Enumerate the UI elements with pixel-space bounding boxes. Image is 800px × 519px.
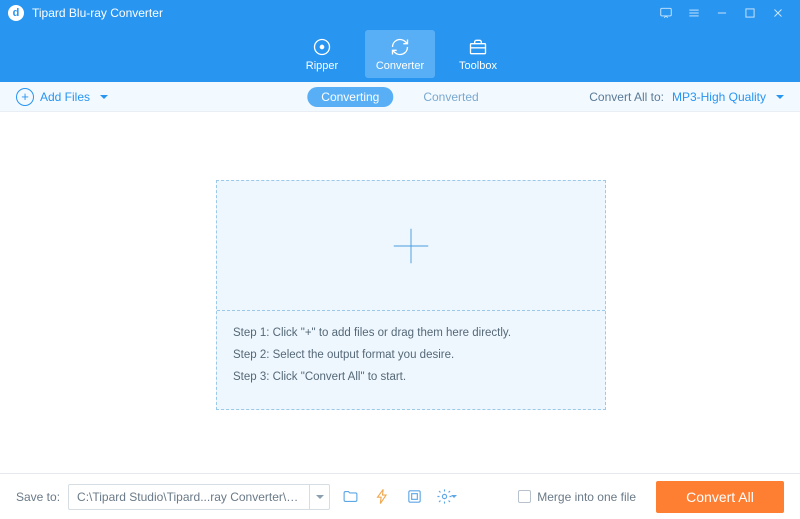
tab-converting[interactable]: Converting: [307, 87, 393, 107]
close-button[interactable]: [764, 0, 792, 26]
convert-all-to: Convert All to: MP3-High Quality: [589, 90, 784, 104]
tab-converted[interactable]: Converted: [409, 87, 492, 107]
convert-all-button[interactable]: Convert All: [656, 481, 784, 513]
main-nav: Ripper Converter Toolbox: [0, 26, 800, 82]
app-title: Tipard Blu-ray Converter: [32, 6, 652, 20]
toolbar: + Add Files Converting Converted Convert…: [0, 82, 800, 112]
instructions: Step 1: Click "+" to add files or drag t…: [217, 311, 605, 401]
open-folder-button[interactable]: [338, 485, 362, 509]
nav-toolbox[interactable]: Toolbox: [443, 30, 513, 78]
step-1: Step 1: Click "+" to add files or drag t…: [233, 323, 589, 345]
menu-icon[interactable]: [680, 0, 708, 26]
add-files-dropzone[interactable]: [217, 181, 605, 311]
settings-button[interactable]: [434, 485, 458, 509]
nav-ripper-label: Ripper: [306, 60, 338, 72]
maximize-button[interactable]: [736, 0, 764, 26]
convert-all-to-label: Convert All to:: [589, 90, 664, 104]
status-tabs: Converting Converted: [307, 87, 492, 107]
task-schedule-button[interactable]: [402, 485, 426, 509]
save-path-dropdown[interactable]: [309, 485, 329, 509]
chevron-down-icon: [776, 95, 784, 99]
title-bar: d Tipard Blu-ray Converter: [0, 0, 800, 26]
nav-toolbox-label: Toolbox: [459, 60, 497, 72]
main-area: Step 1: Click "+" to add files or drag t…: [0, 112, 800, 473]
drop-zone: Step 1: Click "+" to add files or drag t…: [216, 180, 606, 410]
save-to-label: Save to:: [16, 490, 60, 504]
nav-converter[interactable]: Converter: [365, 30, 435, 78]
plus-circle-icon: +: [16, 88, 34, 106]
step-3: Step 3: Click "Convert All" to start.: [233, 367, 589, 389]
chevron-down-icon: [316, 495, 324, 499]
chevron-down-icon: [100, 95, 108, 99]
app-logo: d: [8, 5, 24, 21]
nav-converter-label: Converter: [376, 60, 424, 72]
merge-label: Merge into one file: [537, 490, 636, 504]
output-format-value: MP3-High Quality: [672, 90, 766, 104]
add-files-label: Add Files: [40, 90, 90, 104]
step-2: Step 2: Select the output format you des…: [233, 345, 589, 367]
feedback-icon[interactable]: [652, 0, 680, 26]
output-format-dropdown[interactable]: MP3-High Quality: [672, 90, 784, 104]
checkbox-icon: [518, 490, 531, 503]
save-path-box: C:\Tipard Studio\Tipard...ray Converter\…: [68, 484, 330, 510]
nav-ripper[interactable]: Ripper: [287, 30, 357, 78]
add-files-button[interactable]: + Add Files: [16, 88, 108, 106]
plus-icon: [388, 223, 434, 269]
chevron-down-icon: [451, 495, 457, 498]
minimize-button[interactable]: [708, 0, 736, 26]
merge-checkbox[interactable]: Merge into one file: [518, 490, 636, 504]
gpu-accel-button[interactable]: [370, 485, 394, 509]
footer-bar: Save to: C:\Tipard Studio\Tipard...ray C…: [0, 473, 800, 519]
save-path-value[interactable]: C:\Tipard Studio\Tipard...ray Converter\…: [69, 486, 309, 508]
